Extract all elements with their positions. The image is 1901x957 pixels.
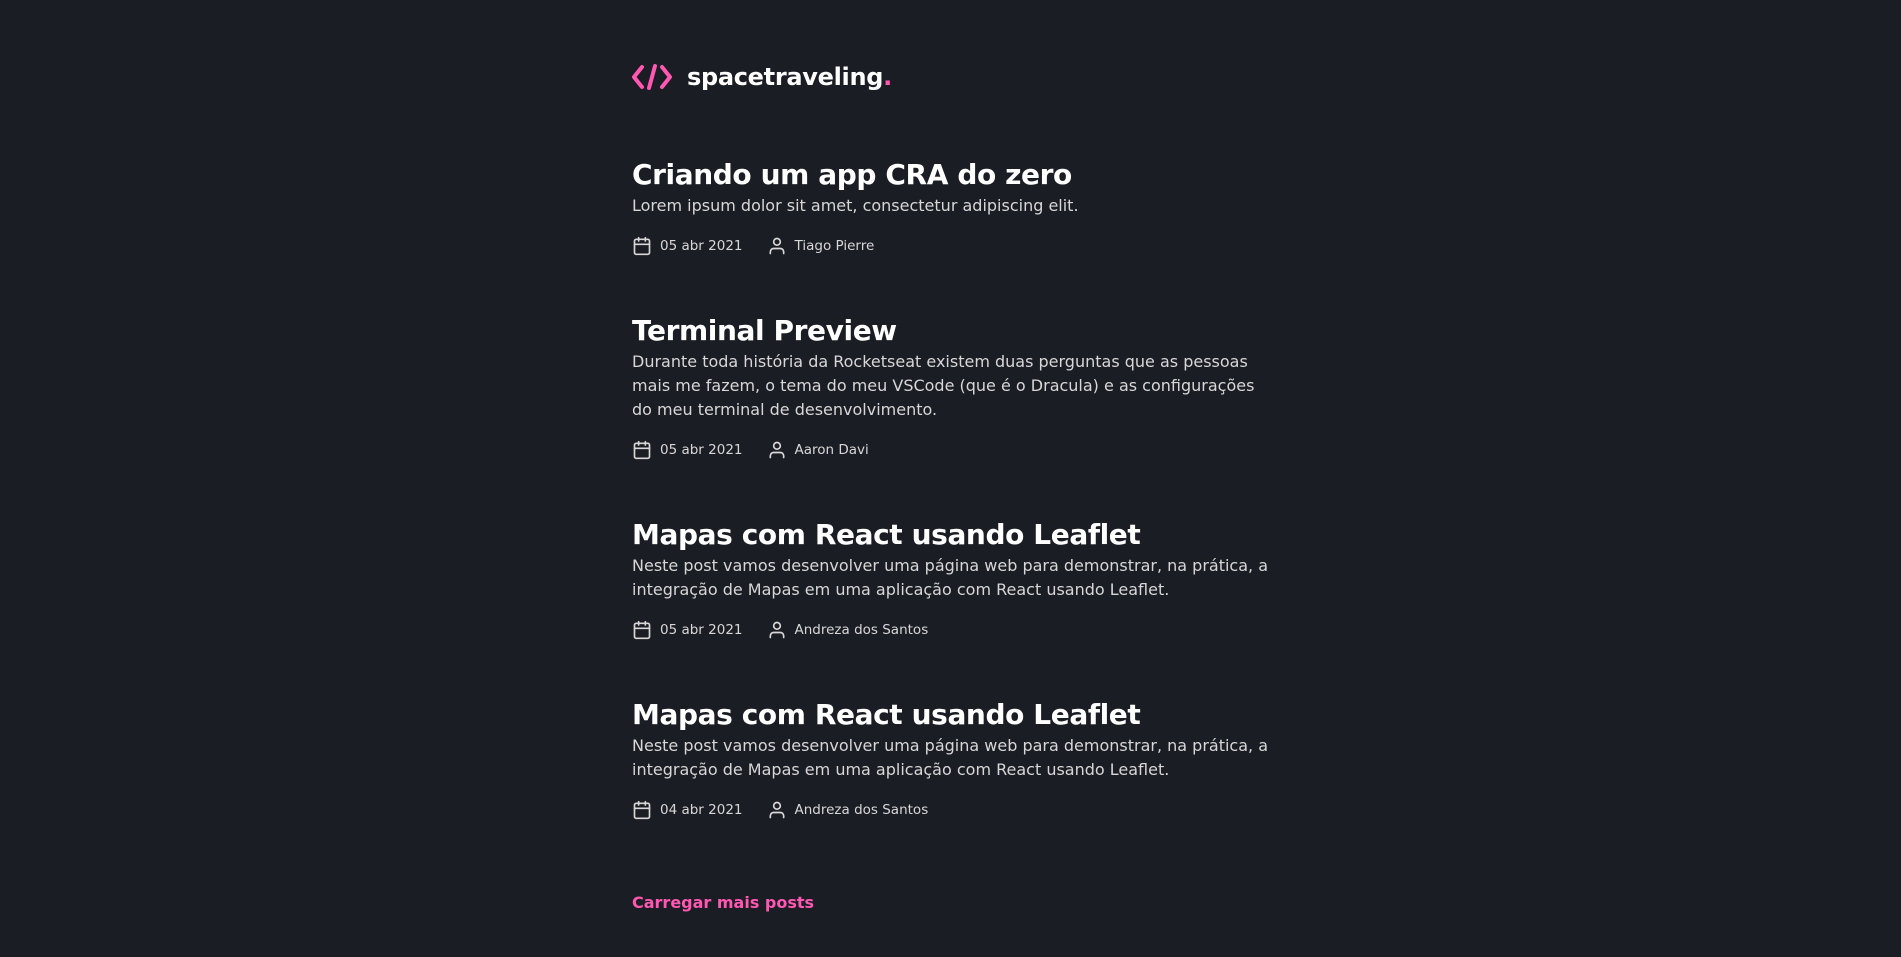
post-subtitle: Durante toda história da Rocketseat exis… — [632, 352, 1255, 419]
post-author: Andreza dos Santos — [767, 620, 929, 640]
post-author: Andreza dos Santos — [767, 800, 929, 820]
post-author-text: Andreza dos Santos — [794, 802, 929, 818]
post-title[interactable]: Mapas com React usando Leaflet — [632, 517, 1272, 553]
post-date: 05 abr 2021 — [632, 236, 743, 256]
post-date-text: 05 abr 2021 — [660, 622, 743, 638]
user-icon — [767, 620, 787, 640]
user-icon — [767, 236, 787, 256]
post-author-text: Tiago Pierre — [794, 238, 875, 254]
site-header: spacetraveling. — [632, 61, 892, 93]
post-author-text: Andreza dos Santos — [794, 622, 929, 638]
post-date-text: 05 abr 2021 — [660, 442, 743, 458]
post-date: 04 abr 2021 — [632, 800, 743, 820]
logo-text[interactable]: spacetraveling — [687, 63, 883, 91]
load-more-button[interactable]: Carregar mais posts — [632, 893, 814, 912]
post-info: 05 abr 2021 Andreza dos Santos — [632, 619, 1272, 641]
post-subtitle: Neste post vamos desenvolver uma página … — [632, 556, 1268, 599]
calendar-icon — [632, 440, 652, 460]
post-subtitle: Neste post vamos desenvolver uma página … — [632, 736, 1268, 779]
user-icon — [767, 440, 787, 460]
calendar-icon — [632, 800, 652, 820]
code-brackets-icon[interactable] — [632, 63, 672, 91]
post-item[interactable]: Mapas com React usando Leaflet Neste pos… — [632, 697, 1272, 821]
calendar-icon — [632, 620, 652, 640]
post-date-text: 04 abr 2021 — [660, 802, 743, 818]
post-date-text: 05 abr 2021 — [660, 238, 743, 254]
post-author: Aaron Davi — [767, 440, 869, 460]
logo-dot: . — [883, 63, 893, 91]
calendar-icon — [632, 236, 652, 256]
post-date: 05 abr 2021 — [632, 620, 743, 640]
post-info: 05 abr 2021 Aaron Davi — [632, 439, 1272, 461]
post-info: 05 abr 2021 Tiago Pierre — [632, 235, 1272, 257]
post-author: Tiago Pierre — [767, 236, 875, 256]
post-info: 04 abr 2021 Andreza dos Santos — [632, 799, 1272, 821]
post-subtitle: Lorem ipsum dolor sit amet, consectetur … — [632, 196, 1079, 215]
post-item[interactable]: Criando um app CRA do zero Lorem ipsum d… — [632, 157, 1272, 257]
post-title[interactable]: Criando um app CRA do zero — [632, 157, 1272, 193]
post-date: 05 abr 2021 — [632, 440, 743, 460]
post-item[interactable]: Mapas com React usando Leaflet Neste pos… — [632, 517, 1272, 641]
post-title[interactable]: Terminal Preview — [632, 313, 1272, 349]
post-author-text: Aaron Davi — [794, 442, 869, 458]
post-title[interactable]: Mapas com React usando Leaflet — [632, 697, 1272, 733]
post-item[interactable]: Terminal Preview Durante toda história d… — [632, 313, 1272, 461]
user-icon — [767, 800, 787, 820]
